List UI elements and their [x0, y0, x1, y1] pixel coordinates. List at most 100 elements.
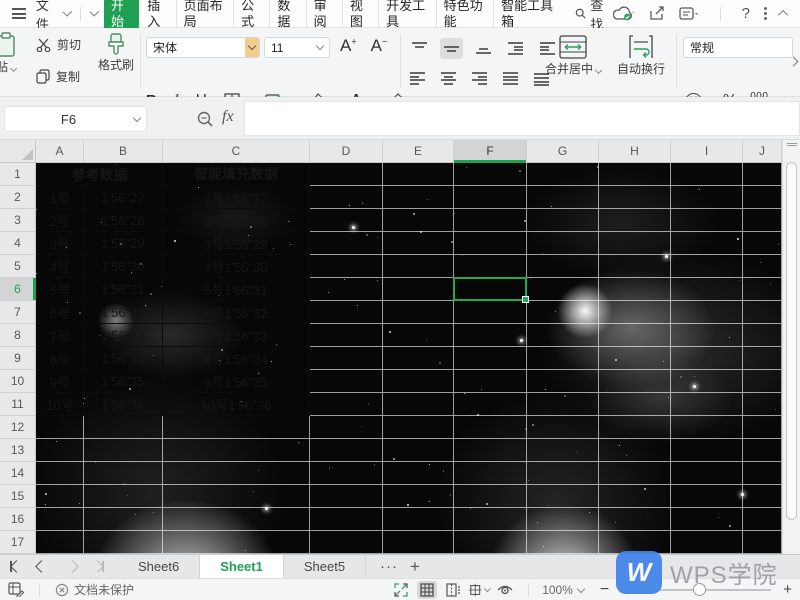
grid-cell-J10[interactable] — [743, 370, 782, 393]
grid-cell-H13[interactable] — [599, 439, 671, 462]
grid-cell-J3[interactable] — [743, 209, 782, 232]
grid-cell-D17[interactable] — [310, 531, 383, 554]
table-cell-C1[interactable]: 智能填充数据 — [163, 163, 310, 186]
grid-cell-F12[interactable] — [454, 416, 527, 439]
table-cell-A4[interactable]: 3号 — [36, 232, 84, 255]
column-header-F[interactable]: F — [454, 140, 527, 163]
grid-cell-F3[interactable] — [454, 209, 527, 232]
grid-cell-A12[interactable] — [36, 416, 84, 439]
grid-cell-E12[interactable] — [383, 416, 454, 439]
align-right-button[interactable] — [468, 68, 491, 89]
align-top-button[interactable] — [408, 38, 431, 59]
grid-cell-G12[interactable] — [527, 416, 599, 439]
grid-cell-D10[interactable] — [310, 370, 383, 393]
row-header-14[interactable]: 14 — [0, 462, 36, 485]
grid-cell-E1[interactable] — [383, 163, 454, 186]
previous-sheet-button[interactable] — [35, 560, 48, 573]
grid-cell-J9[interactable] — [743, 347, 782, 370]
grid-cell-D12[interactable] — [310, 416, 383, 439]
grid-cell-H8[interactable] — [599, 324, 671, 347]
grid-cell-G4[interactable] — [527, 232, 599, 255]
row-header-4[interactable]: 4 — [0, 232, 36, 255]
grid-cell-J12[interactable] — [743, 416, 782, 439]
grid-cell-H7[interactable] — [599, 301, 671, 324]
column-header-H[interactable]: H — [599, 140, 671, 163]
grid-cell-D16[interactable] — [310, 508, 383, 531]
task-pane-icon[interactable] — [679, 6, 699, 21]
grid-cell-I16[interactable] — [671, 508, 743, 531]
quick-access-chevron-icon[interactable] — [90, 7, 99, 16]
copy-button[interactable]: 复制 — [36, 68, 80, 85]
grid-cell-F11[interactable] — [454, 393, 527, 416]
grid-cell-J8[interactable] — [743, 324, 782, 347]
zoom-level-control[interactable]: 100% — [542, 583, 590, 597]
grid-cell-D5[interactable] — [310, 255, 383, 278]
grid-cell-E10[interactable] — [383, 370, 454, 393]
grid-cell-C16[interactable] — [163, 508, 310, 531]
table-cell-B5[interactable]: 1'56"30 — [84, 255, 163, 278]
table-cell-B3[interactable]: 1'56"28 — [84, 209, 163, 232]
name-box[interactable]: F6 — [4, 106, 147, 132]
protection-status[interactable]: 文档未保护 — [55, 581, 134, 598]
grid-cell-J2[interactable] — [743, 186, 782, 209]
row-header-8[interactable]: 8 — [0, 324, 36, 347]
table-cell-C11[interactable]: 10号1'56"36 — [163, 393, 310, 416]
decrease-indent-button[interactable] — [504, 38, 527, 59]
zoom-formula-icon[interactable] — [196, 110, 214, 128]
grid-cell-C12[interactable] — [163, 416, 310, 439]
row-header-2[interactable]: 2 — [0, 186, 36, 209]
increase-font-button[interactable]: A+ — [340, 36, 357, 56]
vertical-scrollbar[interactable] — [782, 140, 800, 554]
grid-cell-G13[interactable] — [527, 439, 599, 462]
grid-cell-D4[interactable] — [310, 232, 383, 255]
insert-function-button[interactable]: fx — [222, 108, 234, 126]
grid-cell-F14[interactable] — [454, 462, 527, 485]
grid-cell-J15[interactable] — [743, 485, 782, 508]
table-cell-A3[interactable]: 2号 — [36, 209, 84, 232]
selected-cell-outline[interactable] — [453, 277, 527, 301]
grid-cell-D11[interactable] — [310, 393, 383, 416]
table-cell-C4[interactable]: 3号1'56"29 — [163, 232, 310, 255]
table-cell-C8[interactable]: 7号1'56"33 — [163, 324, 310, 347]
grid-cell-E16[interactable] — [383, 508, 454, 531]
grid-cell-I15[interactable] — [671, 485, 743, 508]
table-cell-A8[interactable]: 7号 — [36, 324, 84, 347]
more-sheets-button[interactable]: ··· — [380, 558, 398, 575]
table-cell-C5[interactable]: 4号1'56"30 — [163, 255, 310, 278]
column-header-D[interactable]: D — [310, 140, 383, 163]
grid-cell-E5[interactable] — [383, 255, 454, 278]
grid-cell-G11[interactable] — [527, 393, 599, 416]
grid-cell-H11[interactable] — [599, 393, 671, 416]
cloud-sync-icon[interactable] — [613, 6, 635, 21]
table-cell-C2[interactable]: 1号1'56"27 — [163, 186, 310, 209]
row-header-13[interactable]: 13 — [0, 439, 36, 462]
row-header-12[interactable]: 12 — [0, 416, 36, 439]
font-size-select[interactable]: 11 — [264, 37, 330, 58]
page-break-view-icon[interactable] — [443, 581, 463, 599]
grid-cell-J5[interactable] — [743, 255, 782, 278]
row-header-16[interactable]: 16 — [0, 508, 36, 531]
row-header-3[interactable]: 3 — [0, 209, 36, 232]
grid-cell-H5[interactable] — [599, 255, 671, 278]
table-cell-A9[interactable]: 8号 — [36, 347, 84, 370]
zoom-in-button[interactable]: + — [783, 581, 792, 598]
toolbar-expand-icon[interactable] — [789, 57, 799, 67]
table-cell-A7[interactable]: 6号 — [36, 301, 84, 324]
table-cell-C7[interactable]: 6号1'56"32 — [163, 301, 310, 324]
grid-cell-I7[interactable] — [671, 301, 743, 324]
grid-cell-I4[interactable] — [671, 232, 743, 255]
grid-cell-I6[interactable] — [671, 278, 743, 301]
row-header-5[interactable]: 5 — [0, 255, 36, 278]
help-button[interactable]: ? — [742, 5, 750, 22]
align-middle-button[interactable] — [440, 38, 463, 59]
grid-cell-H3[interactable] — [599, 209, 671, 232]
column-header-B[interactable]: B — [84, 140, 163, 163]
grid-cell-J6[interactable] — [743, 278, 782, 301]
column-header-E[interactable]: E — [383, 140, 454, 163]
grid-cell-B12[interactable] — [84, 416, 163, 439]
column-header-J[interactable]: J — [743, 140, 782, 163]
sheet-tab-sheet5[interactable]: Sheet5 — [284, 555, 366, 579]
align-bottom-button[interactable] — [472, 38, 495, 59]
table-cell-B9[interactable]: 1'56"34 — [84, 347, 163, 370]
grid-cell-E3[interactable] — [383, 209, 454, 232]
